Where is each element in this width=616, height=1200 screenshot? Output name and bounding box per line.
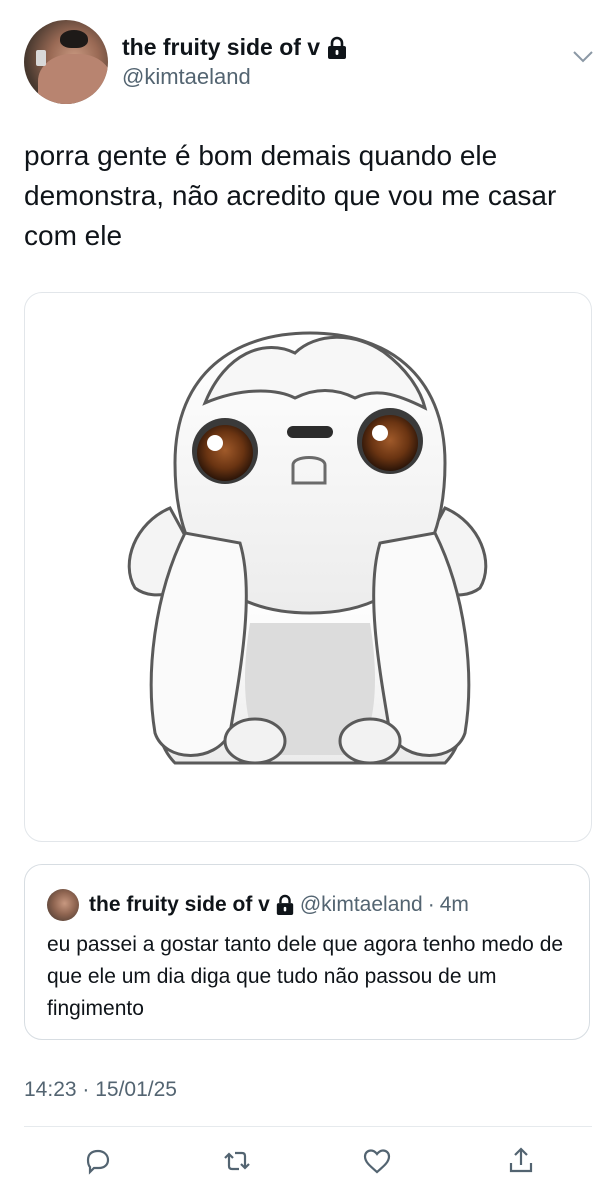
quoted-display-name: the fruity side of v: [89, 893, 270, 916]
quoted-tweet[interactable]: the fruity side of v @kimtaeland · 4m eu…: [24, 864, 590, 1040]
lock-icon: [328, 36, 347, 59]
quoted-separator: ·: [427, 893, 435, 916]
tweet-text: porra gente é bom demais quando ele demo…: [24, 140, 557, 251]
tweet-header: the fruity side of v @kimtaeland: [24, 20, 594, 106]
like-icon[interactable]: [362, 1146, 392, 1176]
share-icon[interactable]: [506, 1146, 536, 1176]
quoted-header: the fruity side of v @kimtaeland · 4m: [89, 889, 469, 921]
author-avatar[interactable]: [24, 20, 108, 104]
quoted-time: 4m: [439, 893, 469, 916]
quoted-handle: @kimtaeland: [299, 893, 423, 916]
reply-icon[interactable]: [82, 1146, 112, 1176]
author-name-row[interactable]: the fruity side of v: [122, 34, 348, 61]
retweet-icon[interactable]: [222, 1146, 252, 1176]
tweet-actions: [24, 1130, 592, 1200]
tweet-media-image[interactable]: [24, 292, 592, 842]
tweet-timestamp[interactable]: 14:23 · 15/01/25: [24, 1078, 177, 1102]
lock-icon: [276, 894, 294, 915]
quoted-text: eu passei a gostar tanto dele que agora …: [47, 933, 564, 1020]
chevron-down-icon[interactable]: [572, 50, 594, 64]
author-display-name[interactable]: the fruity side of v: [122, 34, 320, 61]
creature-illustration: [127, 331, 488, 765]
author-handle[interactable]: @kimtaeland: [122, 64, 251, 90]
divider: [24, 1126, 592, 1127]
quoted-author-avatar: [47, 889, 79, 921]
